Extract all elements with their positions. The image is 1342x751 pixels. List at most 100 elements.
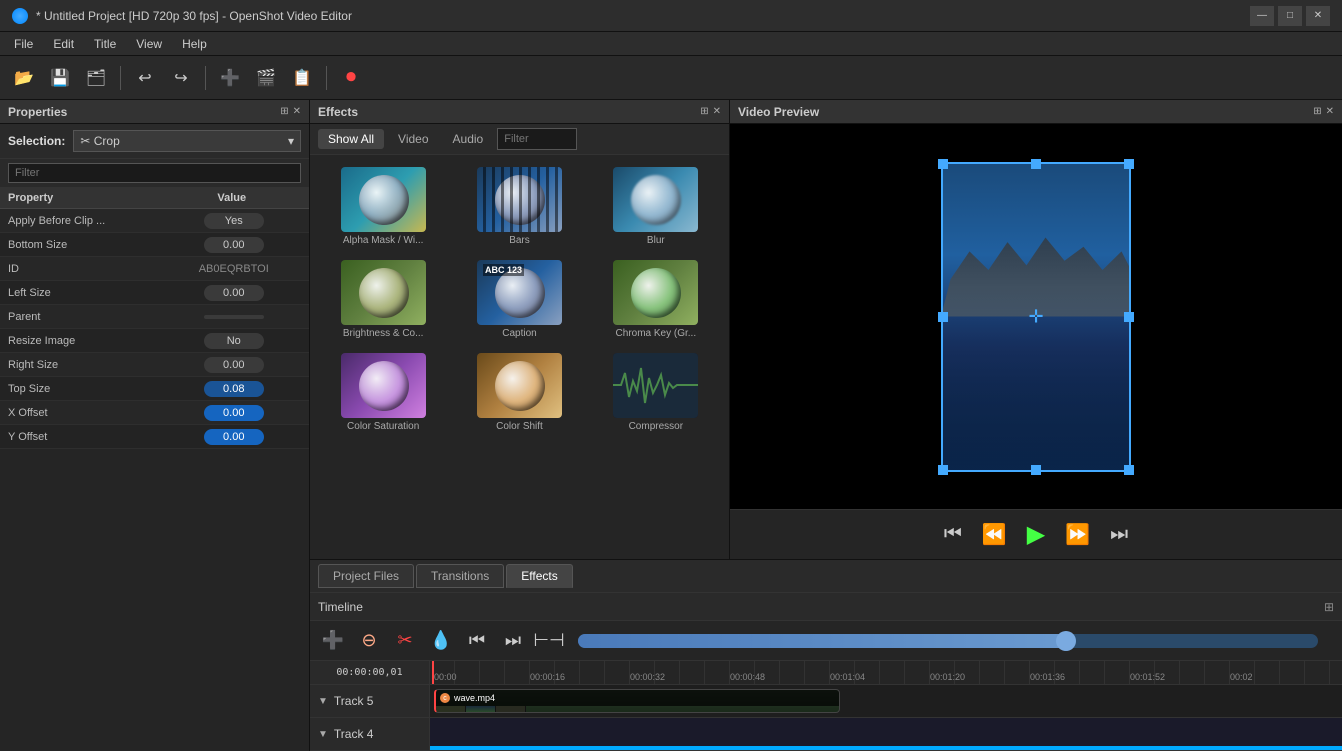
prop-value-box-bottom: 0.00 <box>204 237 264 253</box>
effect-brightness[interactable]: Brightness & Co... <box>318 256 448 343</box>
effects-detach-btn[interactable]: ⊞ <box>700 106 708 117</box>
menu-edit[interactable]: Edit <box>43 35 84 53</box>
current-time-display: 00:00:00,01 <box>336 667 402 678</box>
properties-title: Properties <box>8 105 67 119</box>
preview-forward-button[interactable]: ⏩ <box>1059 520 1096 549</box>
effect-thumb-brightness <box>341 260 426 325</box>
prop-value-x-offset: 0.00 <box>159 401 310 424</box>
import-button[interactable]: 📋 <box>286 62 318 94</box>
effect-bars[interactable]: Bars <box>454 163 584 250</box>
prop-header-property: Property <box>0 188 155 208</box>
save-button[interactable]: 💾 <box>44 62 76 94</box>
tab-project-files[interactable]: Project Files <box>318 564 414 588</box>
menubar: File Edit Title View Help <box>0 32 1342 56</box>
track-4-arrow[interactable]: ▼ <box>318 729 328 740</box>
toolbar-separator-1 <box>120 66 121 90</box>
preview-forward-end-button[interactable]: ⏭ <box>1104 521 1134 548</box>
effect-blur[interactable]: Blur <box>591 163 721 250</box>
add-button[interactable]: ➕ <box>214 62 246 94</box>
redo-button[interactable]: ↪ <box>165 62 197 94</box>
clip-frames-wave <box>436 706 839 712</box>
timeline-insert-btn[interactable]: 💧 <box>426 626 456 656</box>
minimize-button[interactable]: — <box>1250 6 1274 26</box>
bars-overlay <box>477 167 562 232</box>
menu-view[interactable]: View <box>126 35 172 53</box>
new-project-button[interactable]: 📂 <box>8 62 40 94</box>
prop-row-apply-before-clip: Apply Before Clip ... Yes <box>0 209 309 233</box>
bottom-section: Project Files Transitions Effects Timeli… <box>310 560 1342 751</box>
timeline-cut-btn[interactable]: ✂ <box>390 626 420 656</box>
video-preview-detach-btn[interactable]: ⊞ <box>1313 106 1321 117</box>
tab-video[interactable]: Video <box>388 129 438 149</box>
effect-compressor[interactable]: Compressor <box>591 349 721 436</box>
undo-button[interactable]: ↩ <box>129 62 161 94</box>
effect-chroma-key[interactable]: Chroma Key (Gr... <box>591 256 721 343</box>
properties-close-btn[interactable]: ✕ <box>293 106 301 117</box>
selection-dropdown[interactable]: ✂ Crop ▾ <box>73 130 301 152</box>
video-preview-close-btn[interactable]: ✕ <box>1326 106 1334 117</box>
prop-header-value: Value <box>155 188 310 208</box>
timeline-add-track-btn[interactable]: ➕ <box>318 626 348 656</box>
effect-label-color-shift: Color Shift <box>496 421 543 432</box>
record-button[interactable]: ⏺ <box>335 62 367 94</box>
menu-file[interactable]: File <box>4 35 43 53</box>
prop-row-y-offset: Y Offset 0.00 <box>0 425 309 449</box>
selection-value: ✂ Crop <box>80 134 119 148</box>
prop-row-bottom-size: Bottom Size 0.00 <box>0 233 309 257</box>
effects-header-buttons: ⊞ ✕ <box>700 106 721 117</box>
effect-color-shift[interactable]: Color Shift <box>454 349 584 436</box>
effect-label-alpha-mask: Alpha Mask / Wi... <box>343 235 424 246</box>
timeline-progress-handle[interactable] <box>1056 631 1076 651</box>
effect-label-chroma-key: Chroma Key (Gr... <box>616 328 697 339</box>
export-button[interactable]: 🎬 <box>250 62 282 94</box>
prop-name-x-offset: X Offset <box>0 401 159 424</box>
effect-color-saturation[interactable]: Color Saturation <box>318 349 448 436</box>
tab-show-all[interactable]: Show All <box>318 129 384 149</box>
effect-thumb-caption: ABC 123 <box>477 260 562 325</box>
tab-audio[interactable]: Audio <box>443 129 494 149</box>
timeline-progress-bar[interactable] <box>578 634 1318 648</box>
track-5-content: c wave.mp4 <box>430 685 1342 717</box>
thumb-sphere-sat <box>359 361 409 411</box>
track-5-label: ▼ Track 5 <box>310 685 430 717</box>
properties-filter-input[interactable] <box>8 163 301 183</box>
timeline-snap-btn[interactable]: ⊢⊣ <box>534 626 564 656</box>
preview-rewind-button[interactable]: ⏪ <box>976 520 1013 549</box>
tab-transitions[interactable]: Transitions <box>416 564 504 588</box>
prop-row-parent: Parent <box>0 305 309 329</box>
clip-frame-2 <box>466 706 496 712</box>
effect-caption[interactable]: ABC 123 Caption <box>454 256 584 343</box>
preview-play-button[interactable]: ▶ <box>1021 518 1051 551</box>
bottom-tabs: Project Files Transitions Effects <box>310 560 1342 593</box>
timeline-expand-btn[interactable]: ⊞ <box>1324 600 1334 614</box>
menu-title[interactable]: Title <box>84 35 126 53</box>
effects-close-btn[interactable]: ✕ <box>713 106 721 117</box>
maximize-button[interactable]: □ <box>1278 6 1302 26</box>
tab-effects[interactable]: Effects <box>506 564 572 588</box>
clip-wave-mp4[interactable]: c wave.mp4 <box>434 689 840 713</box>
prop-name-apply-before-clip: Apply Before Clip ... <box>0 209 159 232</box>
track-5-arrow[interactable]: ▼ <box>318 696 328 707</box>
timeline-next-marker-btn[interactable]: ⏭ <box>498 626 528 656</box>
effects-filter-input[interactable] <box>497 128 577 150</box>
prop-name-bottom-size: Bottom Size <box>0 233 159 256</box>
open-button[interactable]: 🗂 <box>80 62 112 94</box>
menu-help[interactable]: Help <box>172 35 217 53</box>
effect-label-blur: Blur <box>647 235 665 246</box>
toolbar: 📂 💾 🗂 ↩ ↪ ➕ 🎬 📋 ⏺ <box>0 56 1342 100</box>
timeline-progress-container <box>570 634 1334 648</box>
clip-header-wave: c wave.mp4 <box>436 690 839 706</box>
prop-name-resize-image: Resize Image <box>0 329 159 352</box>
properties-detach-btn[interactable]: ⊞ <box>280 106 288 117</box>
close-button[interactable]: ✕ <box>1306 6 1330 26</box>
preview-frame: ✛ <box>941 162 1131 472</box>
center-area: Effects ⊞ ✕ Show All Video Audio <box>310 100 1342 751</box>
timeline-prev-marker-btn[interactable]: ⏮ <box>462 626 492 656</box>
effects-panel-header: Effects ⊞ ✕ <box>310 100 729 124</box>
effect-alpha-mask[interactable]: Alpha Mask / Wi... <box>318 163 448 250</box>
preview-rewind-end-button[interactable]: ⏮ <box>938 521 968 548</box>
prop-row-top-size: Top Size 0.08 <box>0 377 309 401</box>
timeline-enable-btn[interactable]: ⊖ <box>354 626 384 656</box>
prop-value-box-x: 0.00 <box>204 405 264 421</box>
effect-thumb-blur <box>613 167 698 232</box>
